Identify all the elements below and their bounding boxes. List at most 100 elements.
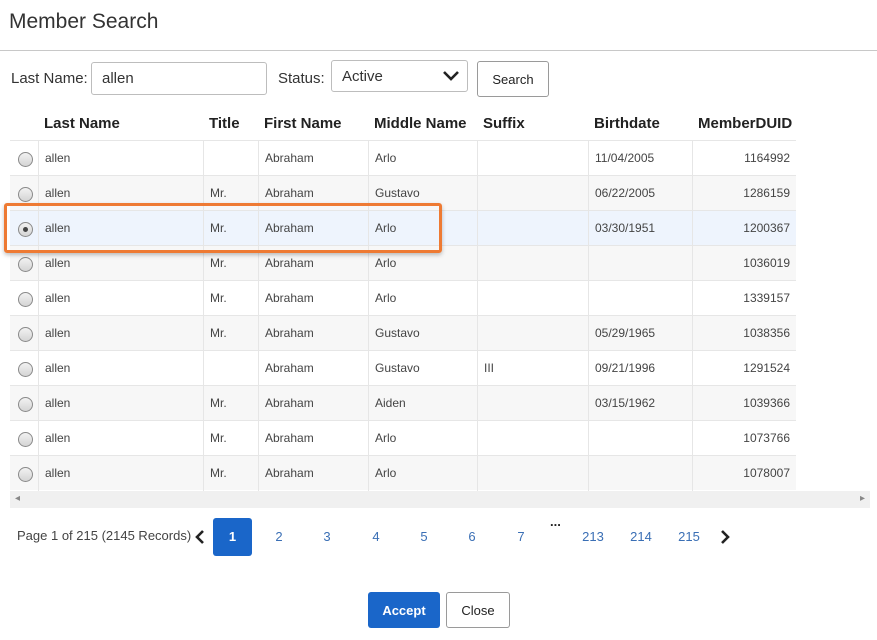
cell-birthdate: 09/21/1996 bbox=[588, 351, 692, 386]
scroll-right-icon[interactable]: ▸ bbox=[860, 493, 865, 504]
table-row[interactable]: allen Abraham Gustavo III 09/21/1996 1291524 bbox=[10, 350, 796, 386]
cell-suffix bbox=[477, 141, 588, 176]
row-select-radio[interactable] bbox=[18, 327, 33, 342]
scrollbar-thumb[interactable] bbox=[26, 495, 846, 504]
row-select-radio[interactable] bbox=[18, 467, 33, 482]
cell-first-name: Abraham bbox=[258, 316, 368, 351]
col-header-title[interactable]: Title bbox=[203, 108, 258, 140]
cell-title: Mr. bbox=[203, 456, 258, 491]
cell-member-duid: 1200367 bbox=[692, 211, 796, 246]
page-button-213[interactable]: 213 bbox=[574, 518, 612, 556]
cell-middle-name: Aiden bbox=[368, 386, 478, 421]
cell-birthdate bbox=[588, 421, 692, 456]
table-row[interactable]: allen Mr. Abraham Gustavo 05/29/1965 1038356 bbox=[10, 315, 796, 351]
cell-member-duid: 1286159 bbox=[692, 176, 796, 211]
page-button-214[interactable]: 214 bbox=[622, 518, 660, 556]
table-row[interactable]: allen Mr. Abraham Aiden 03/15/1962 1039366 bbox=[10, 385, 796, 421]
pager-info: Page 1 of 215 (2145 Records) bbox=[17, 528, 192, 543]
cell-title: Mr. bbox=[203, 386, 258, 421]
page-button-1[interactable]: 1 bbox=[213, 518, 252, 556]
table-row[interactable]: allen Mr. Abraham Arlo 1078007 bbox=[10, 455, 796, 491]
cell-middle-name: Arlo bbox=[368, 141, 478, 176]
page-button-7[interactable]: 7 bbox=[502, 518, 540, 556]
cell-middle-name: Gustavo bbox=[368, 316, 478, 351]
cell-last-name: allen bbox=[38, 456, 203, 491]
cell-title: Mr. bbox=[203, 316, 258, 351]
row-select-radio[interactable] bbox=[18, 152, 33, 167]
row-select-radio[interactable] bbox=[18, 397, 33, 412]
cell-birthdate bbox=[588, 246, 692, 281]
page-button-4[interactable]: 4 bbox=[357, 518, 395, 556]
grid-header: Last Name Title First Name Middle Name S… bbox=[10, 108, 796, 140]
cell-member-duid: 1078007 bbox=[692, 456, 796, 491]
cell-birthdate: 11/04/2005 bbox=[588, 141, 692, 176]
title-divider bbox=[0, 50, 877, 51]
row-select-radio[interactable] bbox=[18, 432, 33, 447]
col-header-suffix[interactable]: Suffix bbox=[477, 108, 587, 140]
chevron-left-icon[interactable] bbox=[193, 527, 207, 547]
cell-first-name: Abraham bbox=[258, 141, 368, 176]
cell-title bbox=[203, 141, 258, 176]
cell-birthdate bbox=[588, 456, 692, 491]
col-header-member-duid[interactable]: MemberDUID bbox=[692, 108, 796, 140]
status-label: Status: bbox=[278, 70, 325, 87]
scroll-left-icon[interactable]: ◂ bbox=[15, 493, 20, 504]
horizontal-scrollbar[interactable]: ◂ ▸ bbox=[10, 491, 870, 508]
cell-title: Mr. bbox=[203, 281, 258, 316]
cell-suffix bbox=[477, 456, 588, 491]
cell-member-duid: 1339157 bbox=[692, 281, 796, 316]
cell-last-name: allen bbox=[38, 351, 203, 386]
row-select-radio[interactable] bbox=[18, 362, 33, 377]
cell-first-name: Abraham bbox=[258, 456, 368, 491]
status-select[interactable]: Active bbox=[331, 60, 468, 92]
selected-row-highlight bbox=[4, 203, 442, 253]
row-select-radio[interactable] bbox=[18, 187, 33, 202]
row-select-radio[interactable] bbox=[18, 292, 33, 307]
cell-member-duid: 1039366 bbox=[692, 386, 796, 421]
table-row[interactable]: allen Mr. Abraham Arlo 1073766 bbox=[10, 420, 796, 456]
cell-member-duid: 1038356 bbox=[692, 316, 796, 351]
status-select-value: Active bbox=[342, 68, 383, 85]
page-button-6[interactable]: 6 bbox=[453, 518, 491, 556]
chevron-down-icon bbox=[443, 71, 459, 81]
table-row[interactable]: allen Mr. Abraham Arlo 1339157 bbox=[10, 280, 796, 316]
cell-member-duid: 1036019 bbox=[692, 246, 796, 281]
cell-birthdate: 03/15/1962 bbox=[588, 386, 692, 421]
cell-title: Mr. bbox=[203, 421, 258, 456]
page-button-5[interactable]: 5 bbox=[405, 518, 443, 556]
dialog-title: Member Search bbox=[9, 10, 159, 33]
close-button[interactable]: Close bbox=[446, 592, 510, 628]
page-button-3[interactable]: 3 bbox=[308, 518, 346, 556]
cell-member-duid: 1291524 bbox=[692, 351, 796, 386]
accept-button[interactable]: Accept bbox=[368, 592, 440, 628]
cell-middle-name: Arlo bbox=[368, 456, 478, 491]
cell-middle-name: Gustavo bbox=[368, 351, 478, 386]
search-button[interactable]: Search bbox=[477, 61, 549, 97]
cell-last-name: allen bbox=[38, 316, 203, 351]
col-header-middle-name[interactable]: Middle Name bbox=[368, 108, 478, 140]
row-select-radio[interactable] bbox=[18, 257, 33, 272]
cell-suffix bbox=[477, 421, 588, 456]
cell-last-name: allen bbox=[38, 421, 203, 456]
last-name-input[interactable] bbox=[91, 62, 267, 95]
col-header-last-name[interactable]: Last Name bbox=[38, 108, 202, 140]
page-button-215[interactable]: 215 bbox=[670, 518, 708, 556]
table-row[interactable]: allen Abraham Arlo 11/04/2005 1164992 bbox=[10, 140, 796, 176]
cell-suffix bbox=[477, 386, 588, 421]
cell-last-name: allen bbox=[38, 386, 203, 421]
cell-first-name: Abraham bbox=[258, 421, 368, 456]
cell-first-name: Abraham bbox=[258, 281, 368, 316]
cell-suffix bbox=[477, 281, 588, 316]
cell-member-duid: 1164992 bbox=[692, 141, 796, 176]
cell-suffix: III bbox=[477, 351, 588, 386]
pager-ellipsis: ... bbox=[550, 514, 561, 529]
col-header-birthdate[interactable]: Birthdate bbox=[588, 108, 692, 140]
page-button-2[interactable]: 2 bbox=[260, 518, 298, 556]
pagination: Page 1 of 215 (2145 Records) 1 2 3 4 5 6 7 213 2… bbox=[0, 514, 877, 556]
cell-suffix bbox=[477, 176, 588, 211]
cell-middle-name: Arlo bbox=[368, 421, 478, 456]
chevron-right-icon[interactable] bbox=[718, 527, 732, 547]
cell-first-name: Abraham bbox=[258, 351, 368, 386]
col-header-first-name[interactable]: First Name bbox=[258, 108, 368, 140]
cell-title bbox=[203, 351, 258, 386]
